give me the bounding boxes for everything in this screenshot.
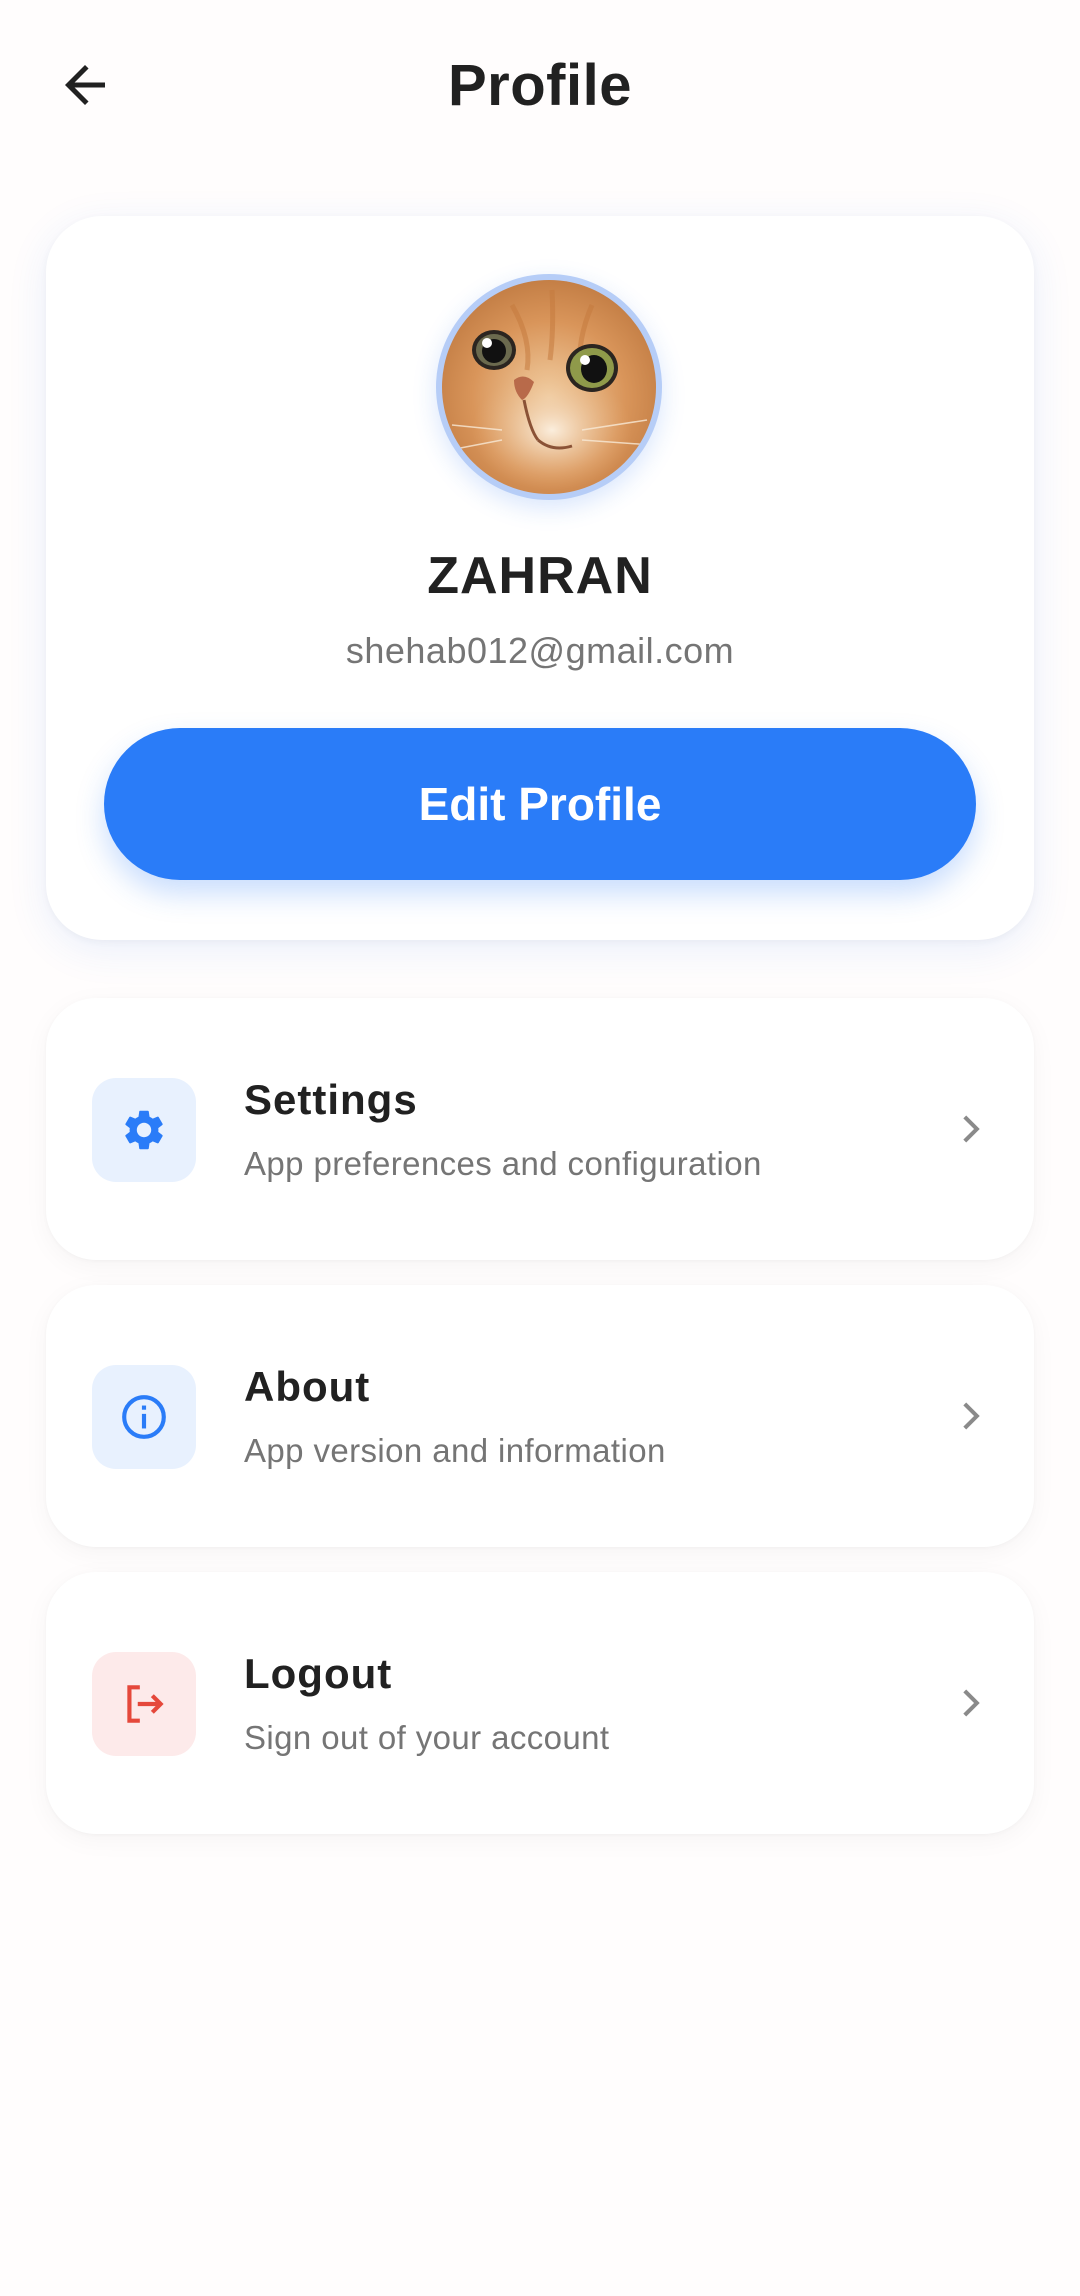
menu-item-subtitle: App preferences and configuration: [244, 1145, 762, 1182]
chevron-right-icon: [946, 1391, 996, 1441]
menu-item-logout[interactable]: Logout Sign out of your account: [46, 1572, 1034, 1834]
user-email: shehab012@gmail.com: [345, 630, 735, 671]
menu-item-about[interactable]: About App version and information: [46, 1285, 1034, 1547]
chevron-right-icon: [946, 1678, 996, 1728]
logout-icon-box: [92, 1652, 196, 1756]
app-bar: Profile: [0, 0, 1080, 175]
menu-item-settings[interactable]: Settings App preferences and configurati…: [46, 998, 1034, 1260]
page-title: Profile: [448, 53, 632, 118]
logout-icon: [127, 1685, 164, 1723]
avatar[interactable]: [436, 274, 662, 500]
menu-item-title: Settings: [244, 1076, 418, 1123]
menu-item-title: Logout: [244, 1650, 393, 1697]
edit-profile-button[interactable]: Edit Profile: [104, 728, 976, 880]
about-icon-box: [92, 1365, 196, 1469]
cat-photo-avatar: [442, 280, 656, 494]
user-name: ZAHRAN: [427, 547, 653, 605]
profile-card: ZAHRAN shehab012@gmail.com Edit Profile: [46, 216, 1034, 940]
chevron-right-icon: [946, 1104, 996, 1154]
menu-item-subtitle: Sign out of your account: [244, 1719, 610, 1756]
menu-item-title: About: [244, 1363, 371, 1410]
menu-item-subtitle: App version and information: [244, 1432, 666, 1469]
gear-icon: [125, 1110, 163, 1150]
info-icon: [122, 1395, 166, 1439]
settings-icon-box: [92, 1078, 196, 1182]
